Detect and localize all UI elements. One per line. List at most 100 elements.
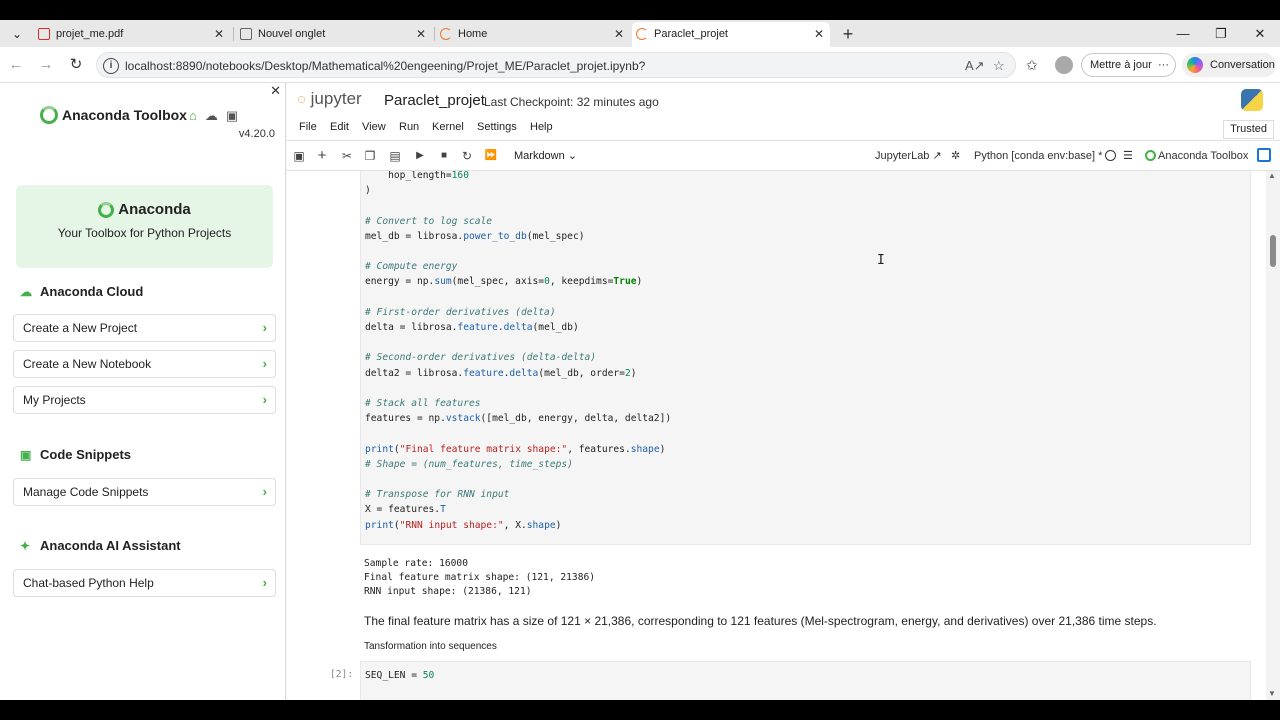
close-icon[interactable]: ✕ — [614, 22, 624, 47]
menu-file[interactable]: File — [299, 121, 317, 133]
restart-icon[interactable]: ↻ — [459, 148, 475, 164]
info-icon[interactable]: i — [103, 58, 119, 74]
cloud-icon[interactable]: ☁ — [205, 108, 226, 123]
menu-view[interactable]: View — [362, 121, 386, 133]
output-line: Final feature matrix shape: (121, 21386) — [364, 572, 596, 583]
update-label: Mettre à jour — [1090, 59, 1152, 71]
copilot-button[interactable]: Conversation — [1182, 53, 1276, 77]
reload-button[interactable]: ↻ — [66, 55, 86, 75]
tab-label: Home — [458, 28, 488, 40]
save-icon[interactable]: ▣ — [291, 148, 307, 164]
snippet-icon[interactable]: ▣ — [226, 108, 246, 123]
notebook-panel[interactable]: hop_length=160 ) # Convert to log scale … — [287, 171, 1280, 700]
restore-button[interactable]: ❐ — [1207, 23, 1235, 45]
jupyter-logo[interactable]: ◌ jupyter — [297, 89, 362, 109]
item-label: Create a New Project — [23, 321, 138, 335]
read-aloud-icon[interactable]: A↗ — [965, 57, 985, 75]
cloud-icon: ☁ — [20, 285, 32, 299]
item-label: Manage Code Snippets — [23, 485, 149, 499]
menu-edit[interactable]: Edit — [330, 121, 349, 133]
menu-run[interactable]: Run — [399, 121, 419, 133]
add-cell-icon[interactable]: + — [314, 148, 330, 164]
chat-help-button[interactable]: Chat-based Python Help › — [13, 569, 276, 597]
tab-strip: ⌄ projet_me.pdf ✕ Nouvel onglet ✕ Home ✕… — [0, 20, 1280, 47]
debugger-icon[interactable]: ✲ — [951, 149, 960, 163]
create-notebook-button[interactable]: Create a New Notebook › — [13, 350, 276, 378]
chevron-right-icon: › — [262, 484, 267, 499]
code-cell[interactable]: hop_length=160 ) # Convert to log scale … — [360, 171, 1251, 545]
chevron-down-icon: ⌄ — [567, 150, 578, 162]
code-editor[interactable]: SEQ_LEN = 50 def create_sequences(data, … — [361, 662, 1250, 700]
menu-kernel[interactable]: Kernel — [432, 121, 464, 133]
stop-icon[interactable]: ■ — [436, 148, 452, 164]
version-label: v4.20.0 — [238, 128, 275, 140]
anaconda-toolbox-button[interactable]: Anaconda Toolbox — [1145, 149, 1248, 163]
notebook-title[interactable]: Paraclet_projet — [384, 91, 485, 111]
sidebar-brand: Anaconda Toolbox — [40, 105, 187, 125]
kernel-name[interactable]: Python [conda env:base] * — [974, 149, 1102, 163]
screen-frame: ⌄ projet_me.pdf ✕ Nouvel onglet ✕ Home ✕… — [0, 0, 1280, 720]
tab-label: Paraclet_projet — [654, 28, 728, 40]
close-icon[interactable]: ✕ — [814, 22, 824, 47]
tab-nouvel-onglet[interactable]: Nouvel onglet ✕ — [236, 22, 432, 47]
favorite-star-icon[interactable]: ☆ — [993, 57, 1005, 75]
tab-list-dropdown[interactable]: ⌄ — [6, 25, 28, 43]
anaconda-sidebar: ✕ Anaconda Toolbox ⌂☁▣ v4.20.0 Anaconda … — [0, 83, 286, 700]
page-icon — [240, 28, 252, 40]
favorites-icon[interactable]: ✩ — [1026, 56, 1038, 74]
chevron-right-icon: › — [262, 356, 267, 371]
my-projects-button[interactable]: My Projects › — [13, 386, 276, 414]
create-project-button[interactable]: Create a New Project › — [13, 314, 276, 342]
run-icon[interactable]: ▶ — [412, 148, 428, 164]
toolbox-label: Anaconda Toolbox — [1158, 150, 1249, 162]
update-button[interactable]: Mettre à jour ··· — [1081, 53, 1176, 77]
scroll-thumb[interactable] — [1270, 235, 1276, 267]
tab-projet-me-pdf[interactable]: projet_me.pdf ✕ — [34, 22, 230, 47]
kernel-idle-icon — [1105, 150, 1116, 161]
home-icon[interactable]: ⌂ — [189, 108, 205, 123]
notebook-scrollbar[interactable]: ▲ ▼ — [1266, 171, 1280, 700]
heading-text: Anaconda AI Assistant — [40, 538, 181, 553]
back-button[interactable]: ← — [6, 55, 26, 75]
close-window-button[interactable]: ✕ — [1246, 23, 1274, 45]
markdown-heading: Tansformation into sequences — [364, 641, 497, 652]
jupyter-app: ◌ jupyter Paraclet_projet Last Checkpoin… — [287, 83, 1280, 700]
fast-forward-icon[interactable]: ⏩ — [483, 148, 499, 164]
cut-icon[interactable]: ✂ — [339, 148, 355, 164]
minimize-button[interactable]: — — [1169, 23, 1197, 45]
trusted-badge[interactable]: Trusted — [1223, 120, 1274, 139]
menu-settings[interactable]: Settings — [477, 121, 517, 133]
scroll-up-icon[interactable]: ▲ — [1268, 171, 1276, 180]
tab-paraclet-projet[interactable]: Paraclet_projet ✕ — [632, 22, 830, 47]
code-editor[interactable]: hop_length=160 ) # Convert to log scale … — [361, 171, 1250, 533]
property-inspector-icon[interactable] — [1257, 148, 1271, 162]
jupyterlab-link[interactable]: JupyterLab ↗ — [875, 149, 942, 163]
url-text[interactable]: localhost:8890/notebooks/Desktop/Mathema… — [125, 53, 645, 79]
cell-type-select[interactable]: Markdown ⌄ — [514, 149, 577, 162]
close-icon[interactable]: ✕ — [416, 22, 426, 47]
manage-snippets-button[interactable]: Manage Code Snippets › — [13, 478, 276, 506]
tab-separator — [233, 27, 234, 41]
close-icon[interactable]: ✕ — [214, 22, 224, 47]
menu-lines-icon[interactable]: ☰ — [1123, 149, 1133, 163]
pdf-icon — [38, 28, 50, 40]
address-bar[interactable]: i localhost:8890/notebooks/Desktop/Mathe… — [96, 52, 1016, 78]
tab-home[interactable]: Home ✕ — [436, 22, 630, 47]
profile-avatar[interactable] — [1055, 56, 1073, 74]
browser-window: ⌄ projet_me.pdf ✕ Nouvel onglet ✕ Home ✕… — [0, 20, 1280, 700]
copy-icon[interactable]: ❐ — [362, 148, 378, 164]
forward-button[interactable]: → — [36, 55, 56, 75]
code-cell[interactable]: SEQ_LEN = 50 def create_sequences(data, … — [360, 661, 1251, 700]
scroll-down-icon[interactable]: ▼ — [1268, 689, 1276, 698]
menu-help[interactable]: Help — [530, 121, 553, 133]
new-tab-button[interactable]: + — [838, 23, 858, 45]
jupyter-logo-icon: ◌ — [297, 91, 306, 108]
more-icon[interactable]: ··· — [1158, 54, 1169, 76]
paste-icon[interactable]: ▤ — [387, 148, 403, 164]
python-logo-icon — [1241, 89, 1263, 111]
close-icon[interactable]: ✕ — [270, 83, 281, 99]
tab-separator — [434, 27, 435, 41]
snippet-icon: ▣ — [20, 448, 32, 462]
cloud-heading: ☁ Anaconda Cloud — [20, 283, 143, 301]
heading-text: Code Snippets — [40, 447, 132, 462]
